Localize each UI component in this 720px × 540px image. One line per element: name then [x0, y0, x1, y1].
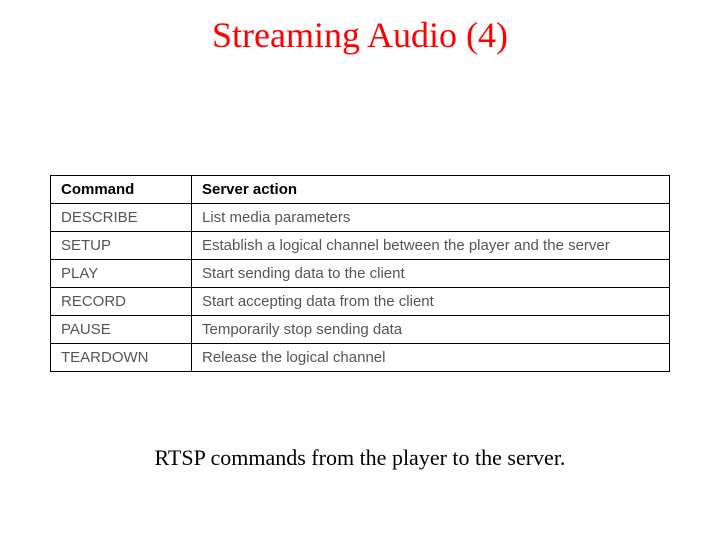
cell-action: Release the logical channel	[192, 344, 670, 372]
table-row: SETUP Establish a logical channel betwee…	[51, 232, 670, 260]
cell-action: Start accepting data from the client	[192, 288, 670, 316]
table-row: TEARDOWN Release the logical channel	[51, 344, 670, 372]
cell-action: Temporarily stop sending data	[192, 316, 670, 344]
cell-action: Start sending data to the client	[192, 260, 670, 288]
cell-command: PAUSE	[51, 316, 192, 344]
cell-command: SETUP	[51, 232, 192, 260]
table-row: DESCRIBE List media parameters	[51, 204, 670, 232]
slide-title: Streaming Audio (4)	[0, 14, 720, 56]
cell-command: DESCRIBE	[51, 204, 192, 232]
cell-command: PLAY	[51, 260, 192, 288]
rtsp-table: Command Server action DESCRIBE List medi…	[50, 175, 670, 372]
cell-action: List media parameters	[192, 204, 670, 232]
table-row: PLAY Start sending data to the client	[51, 260, 670, 288]
cell-action: Establish a logical channel between the …	[192, 232, 670, 260]
header-command: Command	[51, 176, 192, 204]
table-row: RECORD Start accepting data from the cli…	[51, 288, 670, 316]
table-header-row: Command Server action	[51, 176, 670, 204]
slide: Streaming Audio (4) Command Server actio…	[0, 0, 720, 540]
cell-command: RECORD	[51, 288, 192, 316]
table-row: PAUSE Temporarily stop sending data	[51, 316, 670, 344]
slide-caption: RTSP commands from the player to the ser…	[0, 445, 720, 471]
cell-command: TEARDOWN	[51, 344, 192, 372]
header-action: Server action	[192, 176, 670, 204]
rtsp-table-wrap: Command Server action DESCRIBE List medi…	[50, 175, 670, 372]
